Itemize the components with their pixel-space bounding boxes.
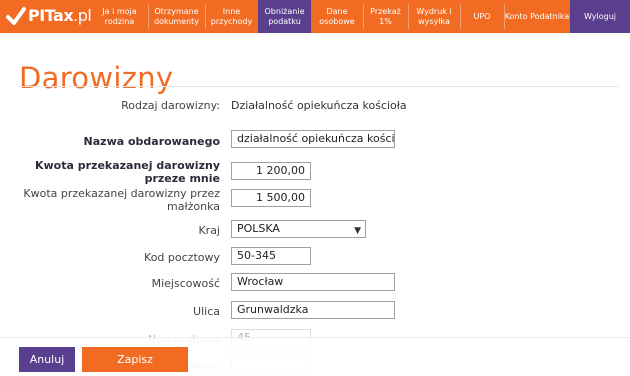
rodzaj-darowizny-label: Rodzaj darowizny:: [121, 99, 220, 112]
save-button[interactable]: Zapisz: [82, 347, 188, 372]
checkmark-icon: [6, 7, 26, 25]
kod-pocztowy-label: Kod pocztowy: [144, 251, 220, 264]
kwota-przeze-mnie-label: Kwota przekazanej darowizny przeze mnie: [35, 159, 220, 185]
nav-przekaz-1-procent[interactable]: Przekaż 1%: [363, 0, 408, 33]
nazwa-obdarowanego-input[interactable]: działalność opiekuńcza kościo: [231, 130, 395, 148]
nav-wydruk-i-wysylka[interactable]: Wydruk i wysyłka: [408, 0, 460, 33]
kraj-select-value: POLSKA: [237, 222, 280, 235]
nav-inne-przychody[interactable]: Inne przychody: [205, 0, 258, 33]
kraj-select[interactable]: POLSKA ▼: [231, 220, 366, 238]
pitax-logo[interactable]: PITax.pl: [0, 0, 92, 33]
nav-ja-i-moja-rodzina[interactable]: Ja i moja rodzina: [91, 0, 148, 33]
ulica-input[interactable]: Grunwaldzka: [231, 301, 395, 319]
nav-dane-osobowe[interactable]: Dane osobowe: [311, 0, 363, 33]
nav-obnizanie-podatku[interactable]: Obniżanie podatku: [258, 0, 311, 33]
nav-otrzymane-dokumenty[interactable]: Otrzymane dokumenty: [148, 0, 205, 33]
nazwa-obdarowanego-label: Nazwa obdarowanego: [83, 135, 220, 148]
miejscowosc-input[interactable]: Wrocław: [231, 273, 395, 291]
nav-upo[interactable]: UPO: [460, 0, 504, 33]
nav-wyloguj[interactable]: Wyloguj: [570, 0, 630, 33]
nav-konto-podatnika[interactable]: Konto Podatnika: [504, 0, 570, 33]
rodzaj-darowizny-value: Działalność opiekuńcza kościoła: [231, 99, 407, 112]
kwota-przeze-mnie-input[interactable]: 1 200,00: [231, 162, 311, 180]
logo-text: PITax.pl: [28, 6, 92, 25]
kwota-przez-malzonka-label: Kwota przekazanej darowizny przez małżon…: [23, 187, 220, 213]
kwota-przez-malzonka-input[interactable]: 1 500,00: [231, 189, 311, 207]
ulica-label: Ulica: [193, 305, 220, 318]
kod-pocztowy-input[interactable]: 50-345: [231, 247, 311, 265]
chevron-down-icon: ▼: [354, 226, 361, 236]
page-title: Darowizny: [19, 61, 174, 96]
cancel-button[interactable]: Anuluj: [19, 347, 75, 372]
title-divider: [19, 86, 619, 87]
top-navigation: PITax.pl Ja i moja rodzina Otrzymane dok…: [0, 0, 630, 33]
miejscowosc-label: Miejscowość: [151, 277, 220, 290]
kraj-label: Kraj: [198, 224, 220, 237]
